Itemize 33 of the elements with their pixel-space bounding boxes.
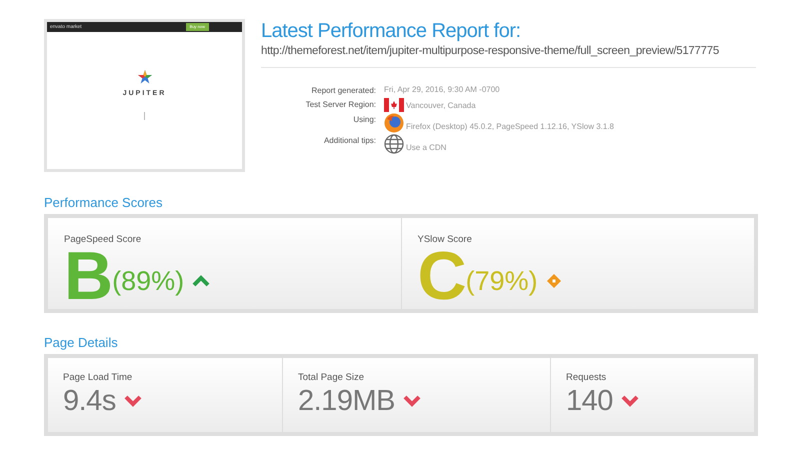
section-heading: Performance Scores (44, 195, 164, 211)
flag-icon (384, 98, 404, 112)
meta-label: Additional tips: (322, 135, 377, 147)
score-label: PageSpeed Score (64, 234, 142, 246)
diamond-icon (546, 273, 562, 289)
detail-value: 9.4s (63, 384, 116, 418)
meta-label: Report generated: (310, 85, 377, 97)
detail-value: 140 (566, 384, 613, 418)
report-url: http://themeforest.net/item/jupiter-multipurpose-responsive-theme/full_screen_preview/5177775 (261, 44, 720, 59)
meta-label: Test Server Region: (304, 99, 377, 111)
section-heading: Page Details (44, 335, 119, 351)
meta-value: Use a CDN (406, 142, 446, 154)
down-chevron-icon (620, 395, 639, 407)
score-percent: (79%) (466, 266, 538, 296)
detail-value: 2.19MB (298, 384, 395, 418)
down-chevron-icon (402, 395, 421, 407)
meta-value: Firefox (Desktop) 45.0.2, PageSpeed 1.12.16, YSlow 3.1.8 (406, 121, 614, 133)
meta-value: Vancouver, Canada (406, 100, 476, 112)
score-percent: (89%) (112, 266, 184, 296)
detail-label: Requests (566, 372, 608, 384)
score-label: YSlow Score (418, 234, 473, 246)
up-chevron-icon (192, 275, 210, 287)
score-grade: C (418, 246, 464, 306)
globe-icon (384, 134, 404, 154)
meta-label: Using: (352, 114, 377, 126)
star-logo-icon (138, 70, 152, 84)
score-grade: B (64, 246, 110, 306)
browser-icon (384, 113, 404, 133)
report-title: Latest Performance Report for: (261, 19, 522, 43)
meta-value: Fri, Apr 29, 2016, 9:30 AM -0700 (384, 84, 500, 96)
down-chevron-icon (124, 395, 142, 407)
detail-label: Page Load Time (63, 372, 134, 384)
detail-label: Total Page Size (298, 372, 366, 384)
